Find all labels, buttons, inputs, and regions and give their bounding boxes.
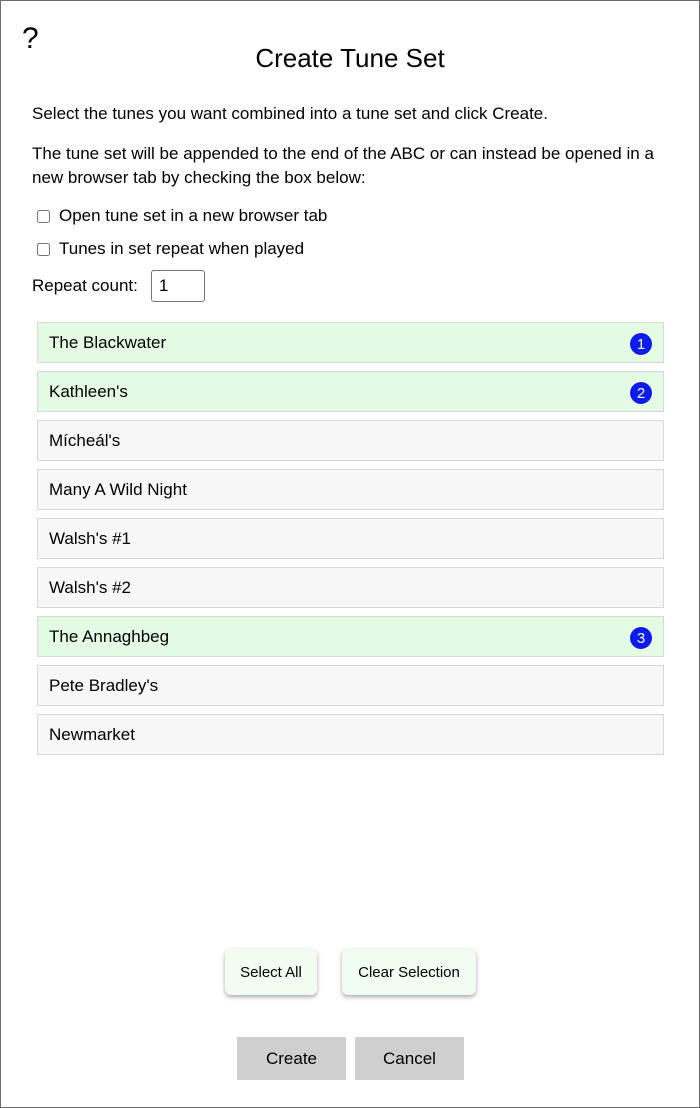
tune-name: Kathleen's (49, 381, 128, 401)
dialog-title: Create Tune Set (255, 43, 445, 73)
instructions-text: Select the tunes you want combined into … (32, 104, 548, 123)
tune-item[interactable]: Kathleen's 2 (37, 371, 664, 412)
tune-name: Pete Bradley's (49, 675, 159, 695)
new-tab-label: Open tune set in a new browser tab (59, 206, 328, 225)
tune-item[interactable]: Walsh's #2 (37, 567, 664, 608)
new-tab-option[interactable]: Open tune set in a new browser tab (37, 204, 327, 228)
create-tune-set-dialog: ? Create Tune Set Select the tunes you w… (0, 0, 700, 1108)
cancel-button[interactable]: Cancel (355, 1037, 464, 1080)
tune-item[interactable]: Newmarket (37, 714, 664, 755)
tune-item[interactable]: The Annaghbeg 3 (37, 616, 664, 657)
repeat-count-row: Repeat count: (32, 269, 205, 303)
selection-order-badge: 1 (629, 332, 653, 356)
tune-name: The Blackwater (49, 332, 167, 352)
tune-list: The Blackwater 1 Kathleen's 2 Mícheál's Many … (37, 322, 664, 763)
repeat-checkbox[interactable] (37, 242, 50, 256)
create-button[interactable]: Create (237, 1037, 346, 1080)
repeat-option[interactable]: Tunes in set repeat when played (37, 237, 304, 261)
tune-name: Walsh's #1 (49, 528, 131, 548)
tune-name: Newmarket (49, 724, 135, 744)
tune-item[interactable]: Pete Bradley's (37, 665, 664, 706)
clear-selection-button[interactable]: Clear Selection (342, 949, 476, 995)
repeat-label: Tunes in set repeat when played (59, 239, 305, 258)
new-tab-checkbox[interactable] (37, 209, 50, 223)
description-text: The tune set will be appended to the end… (32, 144, 654, 187)
tune-item[interactable]: Walsh's #1 (37, 518, 664, 559)
tune-item[interactable]: The Blackwater 1 (37, 322, 664, 363)
tune-name: Many A Wild Night (49, 479, 187, 499)
tune-item[interactable]: Mícheál's (37, 420, 664, 461)
repeat-count-label: Repeat count: (32, 276, 138, 295)
select-all-button[interactable]: Select All (225, 949, 317, 995)
selection-order-badge: 2 (629, 381, 653, 405)
selection-order-badge: 3 (629, 626, 653, 650)
tune-name: The Annaghbeg (49, 626, 170, 646)
repeat-count-input[interactable] (150, 270, 205, 302)
tune-name: Walsh's #2 (49, 577, 131, 597)
tune-name: Mícheál's (49, 430, 121, 450)
tune-item[interactable]: Many A Wild Night (37, 469, 664, 510)
